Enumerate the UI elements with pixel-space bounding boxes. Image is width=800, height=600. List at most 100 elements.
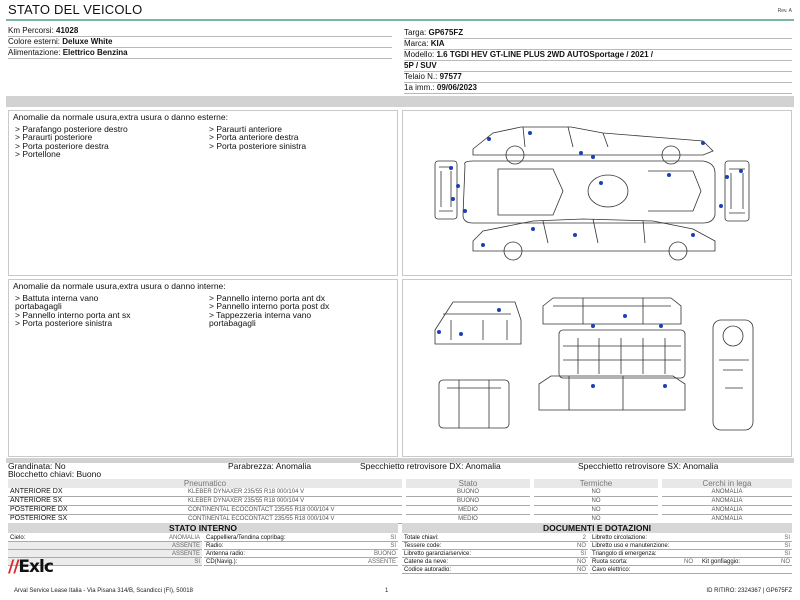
plate-row: Targa: GP675FZ xyxy=(404,28,792,39)
tire-position: ANTERIORE DX xyxy=(8,488,98,498)
fuel-label: Alimentazione: xyxy=(8,48,61,57)
interior-value: SI xyxy=(194,559,200,565)
color-value: Deluxe White xyxy=(62,37,113,46)
table-row: Triangolo di emergenza: SI xyxy=(590,550,792,558)
kit-value: NO xyxy=(781,559,790,565)
document-value: NO xyxy=(684,559,693,565)
interior-value: ASSENTE xyxy=(171,551,200,557)
table-row: ANTERIORE DX KLEBER DYNAXER 235/55 R18 0… xyxy=(8,488,792,498)
revision-label: Rev. A xyxy=(777,8,792,14)
vin-row: Telaio N.: 97577 xyxy=(404,72,792,83)
list-item: portabagagli xyxy=(209,318,256,329)
table-row: Libretto garanzia/service: SI xyxy=(402,550,588,558)
model-value-line2: 5P / SUV xyxy=(404,61,437,70)
title-divider xyxy=(6,19,794,21)
logo-text: Exlc xyxy=(18,557,53,577)
car-interior-drawing xyxy=(434,297,754,431)
tires-table: Pneumatico Stato Termiche Cerchi in lega… xyxy=(8,479,792,525)
table-row: Catene da neve: NO xyxy=(402,558,588,566)
interior-label: Cappelliera/Tendina copribag: xyxy=(206,535,286,541)
registration-value: 09/06/2023 xyxy=(436,83,477,92)
tires-header-row: Pneumatico Stato Termiche Cerchi in lega xyxy=(8,479,792,489)
plate-label: Targa: xyxy=(404,28,427,37)
table-row: Cavo elettrico: xyxy=(590,566,792,574)
registration-row: 1a imm.: 09/06/2023 xyxy=(404,83,792,94)
tire-condition: MEDIO xyxy=(406,505,530,516)
table-row: Cielo: ANOMALIA xyxy=(8,534,202,542)
tire-header-termiche: Termiche xyxy=(534,479,658,489)
tire-winter: NO xyxy=(534,505,658,516)
interior-label: Cielo: xyxy=(10,535,26,541)
interior-label: Radio: xyxy=(206,543,224,549)
page-title: STATO DEL VEICOLO xyxy=(8,2,143,17)
make-row: Marca: KIA xyxy=(404,39,792,50)
logo-bars: // xyxy=(8,557,19,577)
tire-model: KLEBER DYNAXER 235/55 R18 000/104 V xyxy=(98,496,402,507)
kit-label: Kit gonfiaggio: xyxy=(702,559,741,565)
tire-condition: BUONO xyxy=(406,496,530,507)
km-label: Km Percorsi: xyxy=(8,26,54,35)
tire-model: KLEBER DYNAXER 235/55 R18 000/104 V xyxy=(98,488,402,498)
interior-value: ASSENTE xyxy=(367,559,396,565)
page-number: 1 xyxy=(385,588,389,594)
exlc-logo: //Exlc xyxy=(8,557,54,578)
vin-value: 97577 xyxy=(439,72,462,81)
table-row: ANTERIORE SX KLEBER DYNAXER 235/55 R18 0… xyxy=(8,496,792,507)
make-value: KIA xyxy=(430,39,445,48)
document-value: 2 xyxy=(582,535,586,541)
interior-value: ANOMALIA xyxy=(168,535,200,541)
table-row: Totale chiavi: 2 xyxy=(402,534,588,542)
table-row: Codice autoradio: NO xyxy=(402,566,588,574)
color-row: Colore esterni: Deluxe White xyxy=(8,37,392,48)
make-label: Marca: xyxy=(404,39,429,48)
plate-value: GP675FZ xyxy=(428,28,464,37)
document-label: Totale chiavi: xyxy=(404,535,439,541)
km-row: Km Percorsi: 41028 xyxy=(8,26,392,37)
tire-winter: NO xyxy=(534,488,658,498)
tire-header-stato: Stato xyxy=(406,479,530,489)
vin-label: Telaio N.: xyxy=(404,72,438,81)
document-label: Triangolo di emergenza: xyxy=(592,551,657,557)
interior-value: SI xyxy=(390,535,396,541)
tire-model: CONTINENTAL ECOCONTACT 235/55 R18 000/10… xyxy=(98,505,402,516)
interior-damage-diagram xyxy=(402,279,792,457)
model-row: Modello: 1.6 TGDI HEV GT-LINE PLUS 2WD A… xyxy=(404,50,792,61)
mirror-sx-status: Specchietto retrovisore SX: Anomalia xyxy=(578,461,719,471)
fuel-value: Elettrico Benzina xyxy=(62,48,128,57)
section-bar xyxy=(6,96,794,107)
interior-state-grid: Cielo: ANOMALIA ASSENTE ASSENTE SI Cappe… xyxy=(8,534,398,568)
exterior-anomalies-panel: Anomalie da normale usura,extra usura o … xyxy=(8,110,398,276)
tire-header-pneumatico: Pneumatico xyxy=(8,479,402,489)
document-label: Libretto garanzia/service: xyxy=(404,551,472,557)
document-label: Ruota scorta: xyxy=(592,559,628,565)
documents-grid: Totale chiavi: 2 Tessere code: NO Libret… xyxy=(402,534,792,576)
interior-label: CD(Navig.): xyxy=(206,559,238,565)
document-label: Codice autoradio: xyxy=(404,567,452,573)
interior-value: SI xyxy=(390,543,396,549)
windshield-status: Parabrezza: Anomalia xyxy=(228,461,312,471)
table-row: Radio: SI xyxy=(204,542,398,550)
document-label: Catene da neve: xyxy=(404,559,449,565)
interior-anomalies-col2: > Pannello interno porta ant dx > Pannel… xyxy=(209,294,329,328)
car-exterior-drawing xyxy=(434,126,750,261)
tire-condition: BUONO xyxy=(406,488,530,498)
exterior-anomalies-col1: > Parafango posteriore destro > Paraurti… xyxy=(15,125,128,159)
model-value-line1: 1.6 TGDI HEV GT-LINE PLUS 2WD AUTOSporta… xyxy=(436,50,653,59)
fuel-row: Alimentazione: Elettrico Benzina xyxy=(8,48,392,59)
document-value: SI xyxy=(784,535,790,541)
model-row-2: 5P / SUV xyxy=(404,61,792,72)
document-value: NO xyxy=(577,559,586,565)
tire-winter: NO xyxy=(534,496,658,507)
document-label: Libretto circolazione: xyxy=(592,535,648,541)
tire-alloy: ANOMALIA xyxy=(662,505,792,516)
tire-position: ANTERIORE SX xyxy=(8,496,98,507)
damage-markers xyxy=(449,131,743,247)
table-row: CD(Navig.): ASSENTE xyxy=(204,558,398,566)
table-row: Antenna radio: BUONO xyxy=(204,550,398,558)
document-value: SI xyxy=(784,551,790,557)
tire-position: POSTERIORE DX xyxy=(8,505,98,516)
tire-alloy: ANOMALIA xyxy=(662,488,792,498)
document-label: Cavo elettrico: xyxy=(592,567,631,573)
document-label: Tessere code: xyxy=(404,543,442,549)
table-row: Cappelliera/Tendina copribag: SI xyxy=(204,534,398,542)
